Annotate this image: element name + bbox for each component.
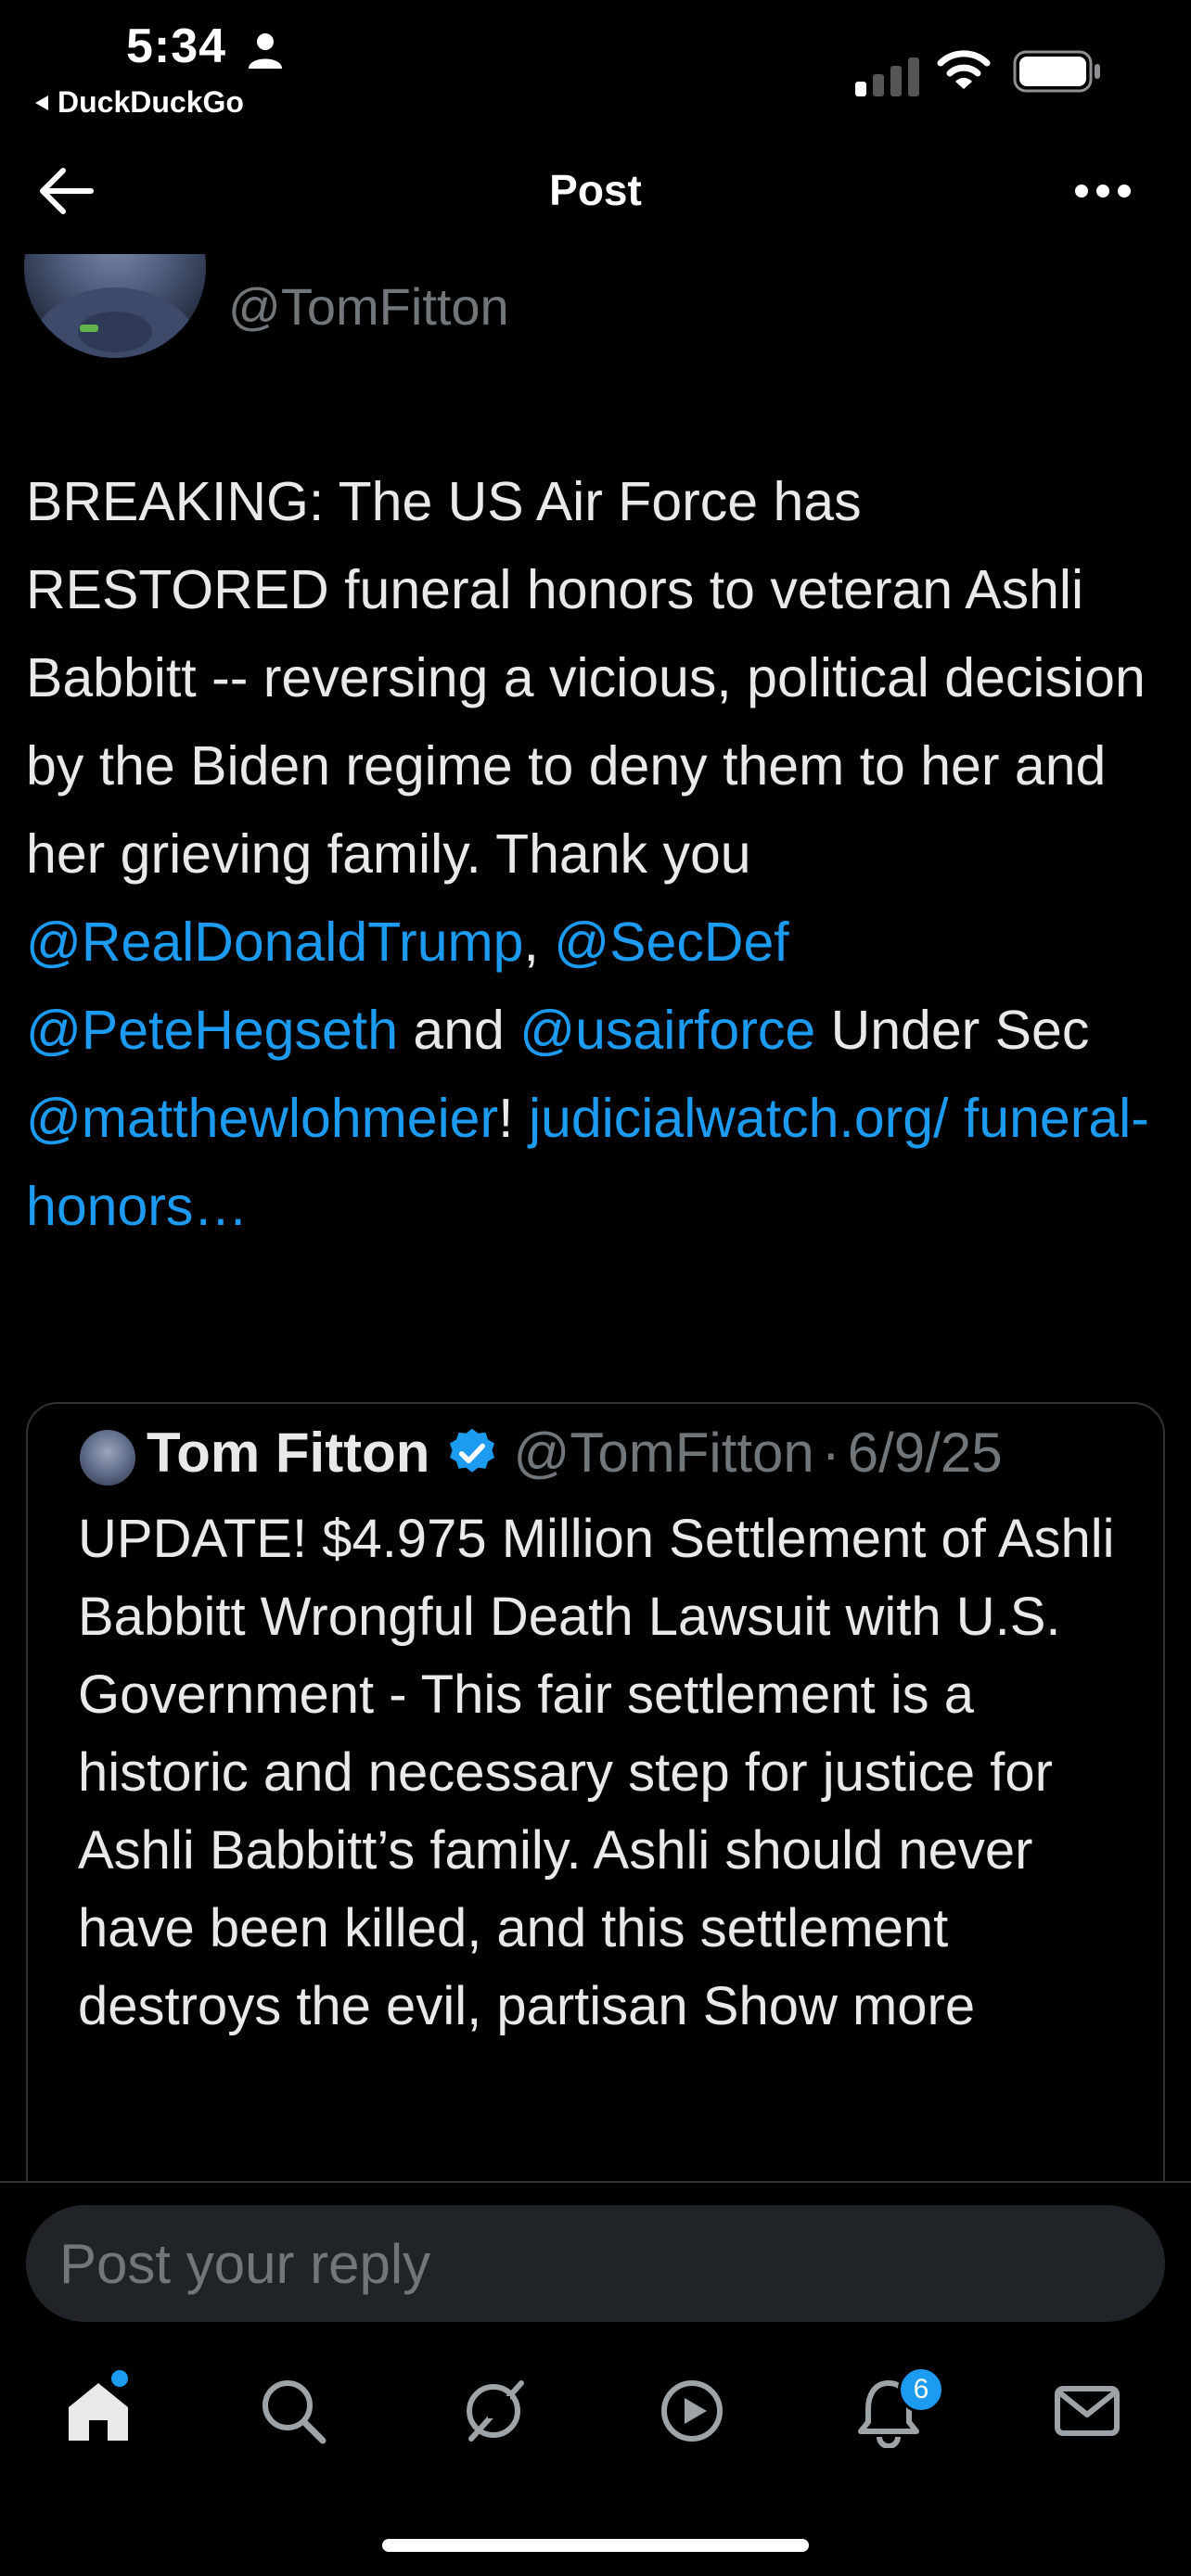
nav-bar-top (0, 0, 1191, 139)
grok-icon[interactable] (456, 2374, 531, 2448)
quoted-separator: · (821, 1422, 840, 1484)
page-title: Post (549, 166, 642, 214)
post-text-part: , (523, 912, 555, 973)
mention-link[interactable]: @matthewlohmeier (26, 1088, 498, 1149)
mention-link[interactable]: @PeteHegseth (26, 1000, 398, 1061)
quoted-post-text: UPDATE! $4.975 Million Settlement of Ash… (78, 1500, 1135, 2046)
show-more-link[interactable]: Show more (703, 1976, 975, 2036)
post-text-part: BREAKING: The US Air Force has RESTORED … (26, 471, 1146, 885)
quoted-text-body: UPDATE! $4.975 Million Settlement of Ash… (78, 1509, 1115, 2036)
post-text-part: and (398, 1000, 520, 1061)
quoted-date: 6/9/25 (847, 1422, 1003, 1484)
home-indicator[interactable] (382, 2539, 809, 2552)
post-text-part: ! (498, 1088, 529, 1149)
home-unread-dot (111, 2370, 128, 2387)
quoted-post[interactable]: Tom Fitton @TomFitton · 6/9/25 UPDATE! $… (26, 1402, 1165, 2218)
notification-count-badge: 6 (898, 2366, 944, 2413)
quoted-post-header: Tom Fitton @TomFitton · 6/9/25 (147, 1421, 1003, 1485)
mention-link[interactable]: @SecDef (554, 912, 788, 973)
quoted-author-handle: @TomFitton (513, 1422, 814, 1484)
messages-envelope-icon[interactable] (1050, 2374, 1124, 2448)
mention-link[interactable]: @usairforce (519, 1000, 815, 1061)
reply-input[interactable] (26, 2205, 1165, 2322)
video-play-icon[interactable] (655, 2374, 729, 2448)
search-icon[interactable] (256, 2374, 330, 2448)
quoted-author-avatar (80, 1430, 135, 1486)
more-options-icon[interactable] (1074, 182, 1132, 200)
quoted-author-name: Tom Fitton (147, 1422, 430, 1484)
post-text: BREAKING: The US Air Force has RESTORED … (26, 458, 1167, 1251)
verified-badge-icon (450, 1428, 495, 1473)
author-handle[interactable]: @TomFitton (228, 276, 509, 337)
mention-link[interactable]: @RealDonaldTrump (26, 912, 523, 973)
post-text-part: Under Sec (815, 1000, 1090, 1061)
